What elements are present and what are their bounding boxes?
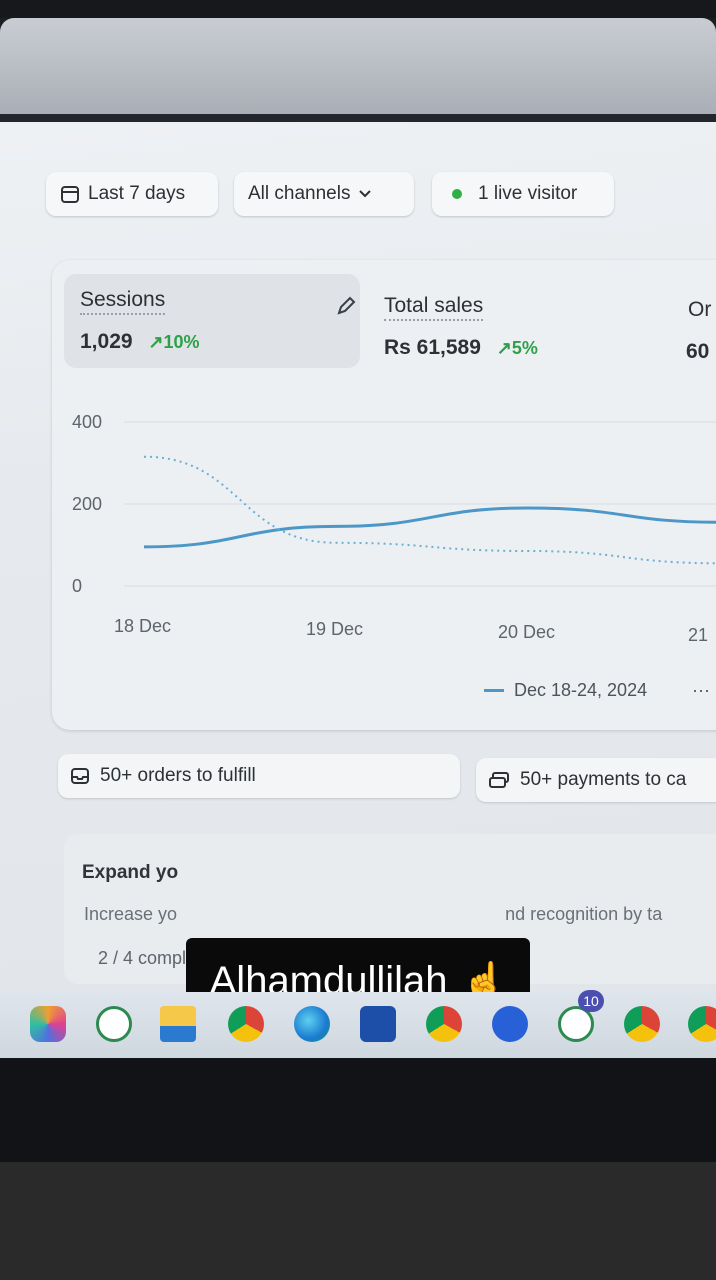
orders-to-fulfill-button[interactable]: 50+ orders to fulfill	[58, 754, 460, 798]
live-dot-icon	[452, 189, 462, 199]
cash-icon	[489, 772, 509, 788]
payments-to-capture-button[interactable]: 50+ payments to ca	[476, 758, 716, 802]
legend-swatch	[484, 689, 504, 692]
sessions-metric[interactable]: Sessions 1,029 ↗10%	[64, 274, 360, 368]
total-sales-value-row: Rs 61,589 ↗5%	[384, 336, 538, 360]
whatsapp-icon[interactable]	[96, 1006, 132, 1042]
chrome-profile-3-icon[interactable]	[688, 1006, 716, 1042]
chrome-profile-2-icon[interactable]	[624, 1006, 660, 1042]
live-visitor-label: 1 live visitor	[478, 183, 578, 204]
chrome-profile-icon[interactable]	[426, 1006, 462, 1042]
setup-description-end: nd recognition by ta	[505, 904, 663, 924]
sessions-value-row: 1,029 ↗10%	[80, 330, 200, 354]
chrome-icon[interactable]	[228, 1006, 264, 1042]
payments-to-capture-label: 50+ payments to ca	[520, 769, 687, 790]
setup-description: Increase yo nd recognition by ta	[84, 904, 662, 925]
laptop-base	[0, 1058, 716, 1162]
total-sales-label[interactable]: Total sales	[384, 294, 484, 321]
legend-more-icon[interactable]: ···	[692, 680, 710, 701]
inbox-icon	[71, 768, 89, 784]
remote-app-icon[interactable]	[492, 1006, 528, 1042]
whatsapp-badge: 10	[578, 990, 604, 1012]
sessions-value: 1,029	[80, 330, 133, 353]
setup-description-start: Increase yo	[84, 904, 178, 924]
microsoft-store-icon[interactable]	[360, 1006, 396, 1042]
status-band	[0, 0, 716, 18]
total-sales-value: Rs 61,589	[384, 336, 481, 359]
pencil-icon[interactable]	[334, 294, 358, 318]
file-explorer-icon[interactable]	[160, 1006, 196, 1042]
pointing-up-hand-icon: ☝	[461, 960, 507, 992]
chart-legend: Dec 18-24, 2024	[484, 680, 647, 701]
caption-text: Alhamdullilah	[209, 958, 448, 993]
dashboard-screen: Last 7 days All channels 1 live visitor …	[0, 122, 716, 992]
story-caption: Alhamdullilah ☝	[186, 938, 530, 992]
sessions-label: Sessions	[80, 288, 166, 315]
sessions-delta: ↗10%	[148, 332, 200, 352]
date-range-label: Last 7 days	[88, 183, 186, 204]
story-frame: Last 7 days All channels 1 live visitor …	[0, 18, 716, 1162]
calendar-icon	[61, 186, 79, 203]
story-reply-bar	[0, 1162, 716, 1280]
live-visitor-button[interactable]: 1 live visitor	[432, 172, 614, 216]
orders-label[interactable]: Or	[688, 298, 711, 323]
channels-label: All channels	[248, 183, 351, 204]
orders-value: 60	[686, 340, 710, 363]
total-sales-delta: ↗5%	[496, 338, 538, 358]
orders-to-fulfill-label: 50+ orders to fulfill	[100, 765, 256, 786]
legend-label: Dec 18-24, 2024	[514, 680, 648, 700]
monitor-edge	[0, 114, 716, 122]
analytics-card: Sessions 1,029 ↗10% Total sales Rs 61,58…	[52, 260, 716, 730]
channels-dropdown[interactable]: All channels	[234, 172, 414, 216]
edge-icon[interactable]	[294, 1006, 330, 1042]
date-range-button[interactable]: Last 7 days	[46, 172, 218, 216]
windows-taskbar: 10	[0, 990, 716, 1058]
filter-toolbar: Last 7 days All channels 1 live visitor	[46, 172, 716, 220]
monitor-bezel	[0, 18, 716, 116]
copilot-icon[interactable]	[30, 1006, 66, 1042]
chevron-down-icon	[359, 190, 372, 198]
setup-title: Expand yo	[82, 862, 179, 883]
